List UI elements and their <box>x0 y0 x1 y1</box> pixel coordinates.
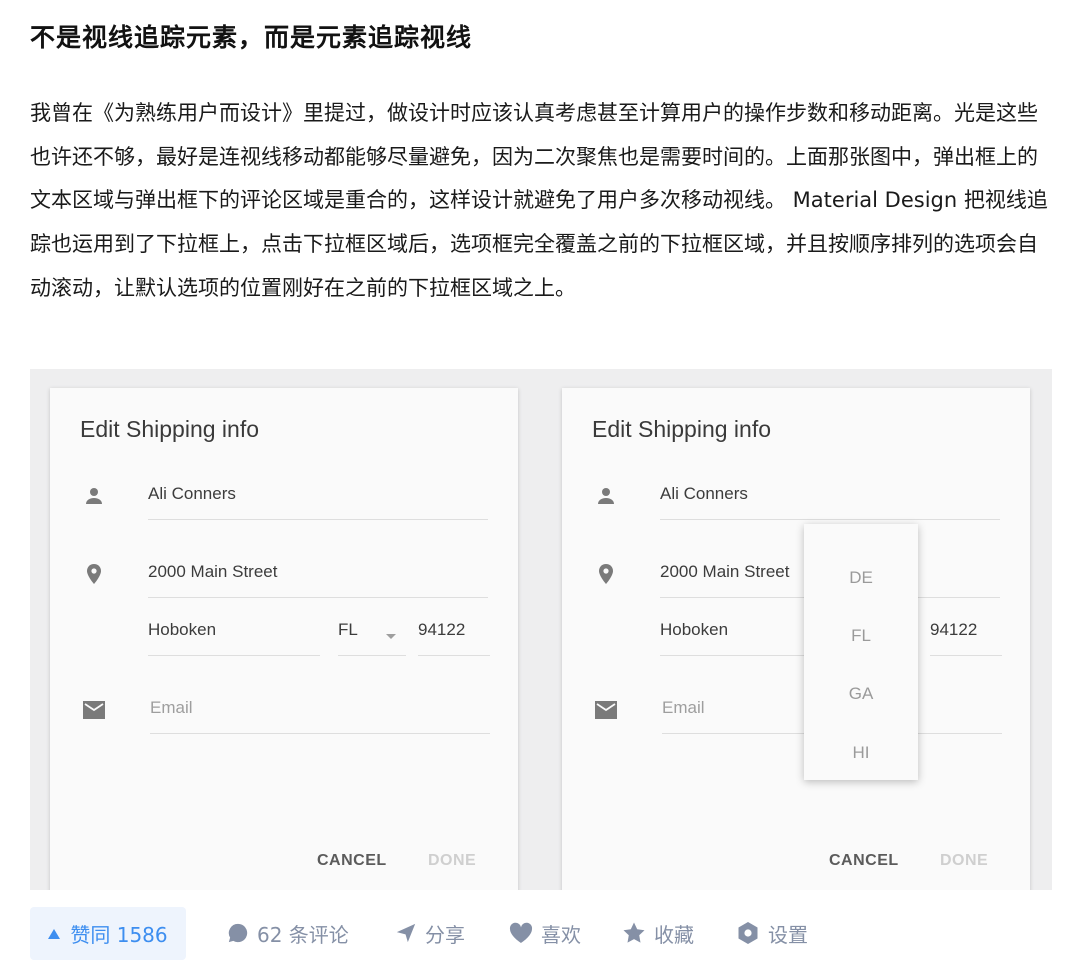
state-value: FL <box>338 620 358 639</box>
card-title: Edit Shipping info <box>80 416 260 442</box>
city-value: Hoboken <box>148 620 217 639</box>
card-title: Edit Shipping info <box>592 416 772 442</box>
share-icon <box>396 923 416 943</box>
like-label: 喜欢 <box>541 922 581 947</box>
menu-option[interactable]: DE <box>804 568 918 588</box>
article-paragraph: 我曾在《为熟练用户而设计》里提过，做设计时应该认真考虑甚至计算用户的操作步数和移… <box>30 101 1048 300</box>
zip-value: 94122 <box>930 620 978 639</box>
email-field[interactable]: Email <box>150 698 490 734</box>
settings-label: 设置 <box>768 922 808 947</box>
shipping-card-dropdown-open: Edit Shipping info Ali Conners 2000 Main… <box>562 388 1030 890</box>
state-dropdown-menu: DE FL GA HI <box>804 524 918 780</box>
gear-icon <box>738 922 758 944</box>
street-value: 2000 Main Street <box>148 562 278 581</box>
zip-field[interactable]: 94122 <box>418 620 490 656</box>
action-bar: 赞同 1586 62 条评论 分享 喜欢 收藏 设置 <box>0 905 1080 961</box>
city-field[interactable]: Hoboken <box>148 620 320 656</box>
name-value: Ali Conners <box>660 484 748 503</box>
vote-button[interactable]: 赞同 1586 <box>30 907 186 960</box>
street-field[interactable]: 2000 Main Street <box>148 562 488 598</box>
location-icon <box>87 564 101 584</box>
mail-icon <box>595 701 617 719</box>
menu-option[interactable]: FL <box>804 626 918 646</box>
name-field[interactable]: Ali Conners <box>660 484 1000 520</box>
triangle-up-icon <box>48 928 61 939</box>
done-button[interactable]: DONE <box>940 852 988 870</box>
settings-button[interactable]: 设置 <box>736 919 808 947</box>
city-value: Hoboken <box>660 620 729 639</box>
menu-option[interactable]: HI <box>804 743 918 763</box>
person-icon <box>86 488 102 504</box>
comment-icon <box>228 923 248 943</box>
share-button[interactable]: 分享 <box>395 919 465 947</box>
email-placeholder: Email <box>150 698 193 717</box>
favorite-label: 收藏 <box>654 922 694 947</box>
shipping-card-default: Edit Shipping info Ali Conners 2000 Main… <box>50 388 518 890</box>
favorite-button[interactable]: 收藏 <box>622 919 694 947</box>
star-icon <box>623 922 645 943</box>
article-title: 不是视线追踪元素，而是元素追踪视线 <box>30 23 473 52</box>
share-label: 分享 <box>425 922 465 947</box>
menu-option[interactable]: GA <box>804 684 918 704</box>
article-figure: Edit Shipping info Ali Conners 2000 Main… <box>30 369 1052 890</box>
vote-label: 赞同 1586 <box>70 923 168 947</box>
zip-field[interactable]: 94122 <box>930 620 1002 656</box>
name-field[interactable]: Ali Conners <box>148 484 488 520</box>
name-value: Ali Conners <box>148 484 236 503</box>
done-button[interactable]: DONE <box>428 852 476 870</box>
person-icon <box>598 488 614 504</box>
comment-button[interactable]: 62 条评论 <box>227 919 349 947</box>
like-button[interactable]: 喜欢 <box>509 919 581 947</box>
heart-icon <box>509 922 533 943</box>
chevron-down-icon <box>386 634 396 639</box>
street-value: 2000 Main Street <box>660 562 790 581</box>
email-placeholder: Email <box>662 698 705 717</box>
cancel-button[interactable]: CANCEL <box>829 852 899 870</box>
location-icon <box>599 564 613 584</box>
zip-value: 94122 <box>418 620 466 639</box>
cancel-button[interactable]: CANCEL <box>317 852 387 870</box>
mail-icon <box>83 701 105 719</box>
state-dropdown[interactable]: FL <box>338 620 406 656</box>
comment-label: 62 条评论 <box>257 922 349 947</box>
